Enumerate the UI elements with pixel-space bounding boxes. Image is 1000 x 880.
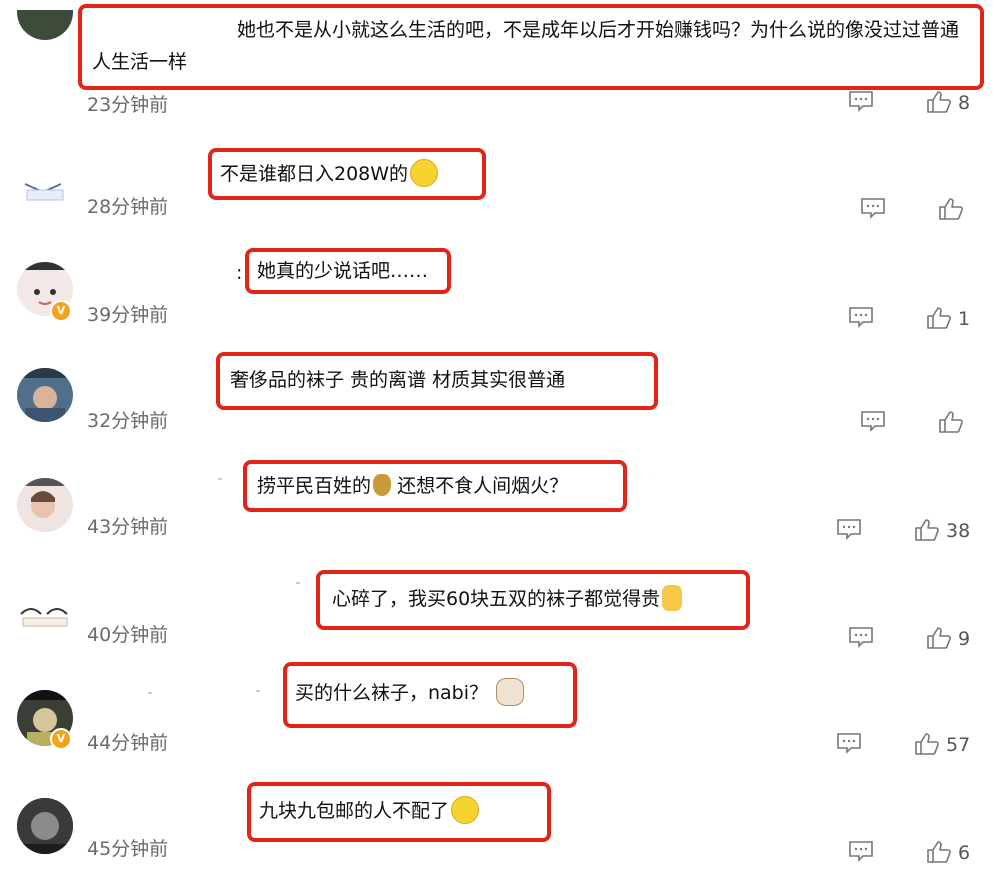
comment-text-box: 买的什么袜子，nabi？ bbox=[283, 662, 577, 728]
avatar[interactable] bbox=[17, 604, 73, 630]
comment-item: 心碎了，我买60块五双的袜子都觉得贵 40分钟前 9 bbox=[0, 560, 1000, 670]
thumbs-up-icon[interactable] bbox=[926, 840, 952, 864]
thumbs-up-icon[interactable] bbox=[926, 90, 952, 114]
avatar[interactable] bbox=[17, 10, 73, 40]
comment-icon[interactable] bbox=[848, 840, 874, 864]
comment-item: 捞平民百姓的 还想不食人间烟火？ 43分钟前 38 bbox=[0, 450, 1000, 560]
like-count: 9 bbox=[958, 628, 971, 650]
decorative-dot bbox=[256, 690, 260, 692]
avatar[interactable] bbox=[17, 478, 73, 532]
comment-text: 她真的少说话吧…… bbox=[257, 260, 429, 282]
comment-icon[interactable] bbox=[848, 306, 874, 330]
smile-emoji bbox=[410, 158, 439, 187]
comment-text-box: 不是谁都日入208W的 bbox=[208, 148, 486, 200]
timestamp: 40分钟前 bbox=[87, 624, 169, 646]
comment-text-box: 心碎了，我买60块五双的袜子都觉得贵 bbox=[316, 570, 750, 630]
comment-icon[interactable] bbox=[848, 90, 874, 114]
like-count: 38 bbox=[946, 520, 971, 542]
avatar[interactable] bbox=[17, 368, 73, 422]
comment-text: 不是谁都日入208W的 bbox=[220, 163, 409, 185]
timestamp: 44分钟前 bbox=[87, 732, 169, 754]
thumbs-up-icon[interactable] bbox=[914, 518, 940, 542]
thumbs-up-icon[interactable] bbox=[926, 626, 952, 650]
comment-item: 不是谁都日入208W的 28分钟前 bbox=[0, 120, 1000, 230]
thumbs-up-icon[interactable] bbox=[914, 732, 940, 756]
comment-icon[interactable] bbox=[860, 410, 886, 434]
comment-item: 奢侈品的袜子 贵的离谱 材质其实很普通 32分钟前 bbox=[0, 340, 1000, 450]
thumbs-up-icon[interactable] bbox=[938, 197, 964, 221]
rolling-eyes-emoji bbox=[451, 795, 480, 824]
thumbs-up-icon[interactable] bbox=[926, 306, 952, 330]
comment-item: V 买的什么袜子，nabi？ 44分钟前 57 bbox=[0, 662, 1000, 780]
comment-icon[interactable] bbox=[836, 518, 862, 542]
comment-text-box: 她也不是从小就这么生活的吧，不是成年以后才开始赚钱吗？为什么说的像没过过普通人生… bbox=[78, 4, 984, 90]
comment-text-box: 奢侈品的袜子 贵的离谱 材质其实很普通 bbox=[216, 352, 658, 410]
comment-text: 心碎了，我买60块五双的袜子都觉得贵 bbox=[332, 588, 661, 610]
like-count: 6 bbox=[958, 842, 971, 864]
comment-icon[interactable] bbox=[848, 626, 874, 650]
comment-item: 她也不是从小就这么生活的吧，不是成年以后才开始赚钱吗？为什么说的像没过过普通人生… bbox=[0, 0, 1000, 120]
comment-text-box: 捞平民百姓的 还想不食人间烟火？ bbox=[243, 460, 627, 512]
thumbs-up-icon[interactable] bbox=[938, 410, 964, 434]
comment-text: 奢侈品的袜子 贵的离谱 材质其实很普通 bbox=[230, 369, 566, 391]
avatar[interactable] bbox=[17, 798, 73, 854]
comment-prefix: : bbox=[236, 262, 243, 284]
like-count: 1 bbox=[958, 308, 971, 330]
decorative-dot bbox=[218, 478, 222, 480]
comment-text: 九块九包邮的人不配了 bbox=[259, 800, 450, 822]
decorative-dot bbox=[296, 582, 300, 584]
comment-text: 她也不是从小就这么生活的吧，不是成年以后才开始赚钱吗？为什么说的像没过过普通人生… bbox=[92, 19, 960, 73]
comment-icon[interactable] bbox=[860, 197, 886, 221]
verified-badge-icon: V bbox=[50, 728, 72, 750]
avatar[interactable] bbox=[17, 182, 73, 206]
timestamp: 32分钟前 bbox=[87, 410, 169, 432]
timestamp: 23分钟前 bbox=[87, 94, 169, 116]
comment-text-box: 九块九包邮的人不配了 bbox=[247, 782, 551, 842]
cat-emoji bbox=[496, 677, 525, 706]
money-bag-emoji bbox=[373, 473, 392, 496]
timestamp: 45分钟前 bbox=[87, 838, 169, 860]
comment-text-continued: 还想不食人间烟火？ bbox=[397, 475, 569, 497]
comment-icon[interactable] bbox=[836, 732, 862, 756]
comment-text: 捞平民百姓的 bbox=[257, 475, 372, 497]
timestamp: 43分钟前 bbox=[87, 516, 169, 538]
decorative-dot bbox=[148, 692, 152, 694]
like-count: 57 bbox=[946, 734, 971, 756]
comment-text-box: 她真的少说话吧…… bbox=[245, 248, 451, 294]
comment-item: V : 她真的少说话吧…… 39分钟前 1 bbox=[0, 230, 1000, 340]
timestamp: 39分钟前 bbox=[87, 304, 169, 326]
comment-text: 买的什么袜子，nabi？ bbox=[295, 682, 489, 704]
sweat-emoji bbox=[662, 584, 683, 611]
timestamp: 28分钟前 bbox=[87, 196, 169, 218]
like-count: 8 bbox=[958, 92, 971, 114]
verified-badge-icon: V bbox=[50, 300, 72, 322]
comment-item: 九块九包邮的人不配了 45分钟前 6 bbox=[0, 780, 1000, 880]
